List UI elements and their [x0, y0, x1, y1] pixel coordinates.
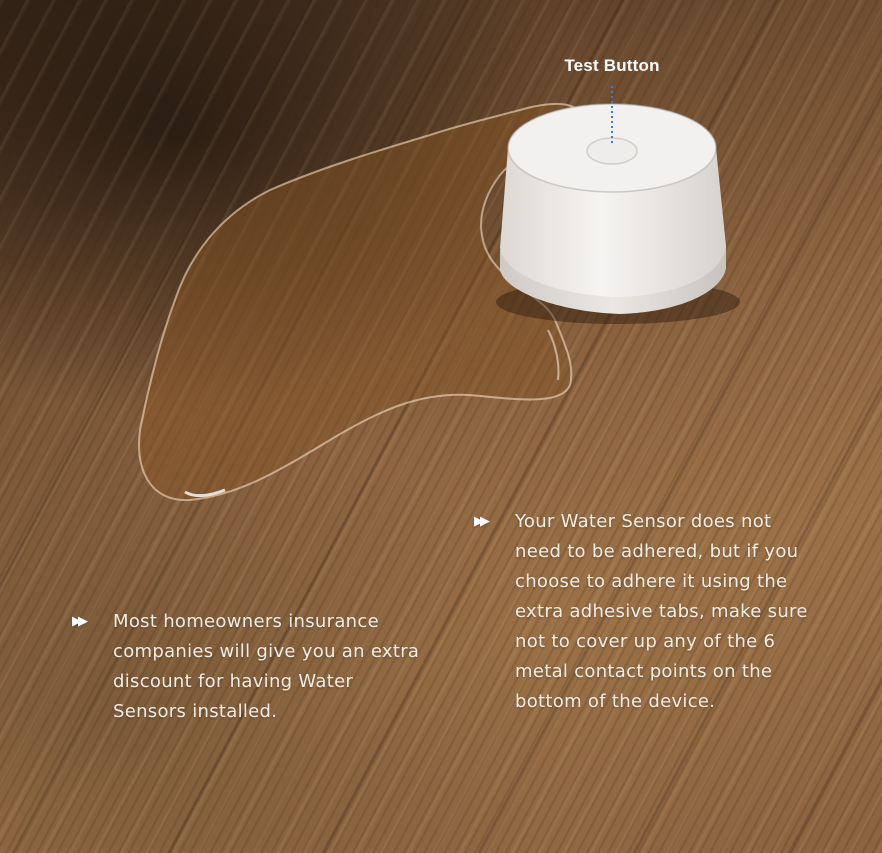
tip-insurance: ▶▶ Most homeowners insurance companies w… [72, 607, 423, 727]
tip-adhesive: ▶▶ Your Water Sensor does not need to be… [474, 507, 815, 717]
tip-text: Most homeowners insurance companies will… [113, 611, 420, 722]
photo-background: Test Button ▶▶ Most homeowners insurance… [0, 0, 882, 853]
fast-forward-icon: ▶▶ [474, 514, 490, 529]
fast-forward-icon: ▶▶ [72, 614, 88, 629]
tip-text: Your Water Sensor does not need to be ad… [515, 511, 808, 712]
test-button-label: Test Button [564, 56, 660, 75]
